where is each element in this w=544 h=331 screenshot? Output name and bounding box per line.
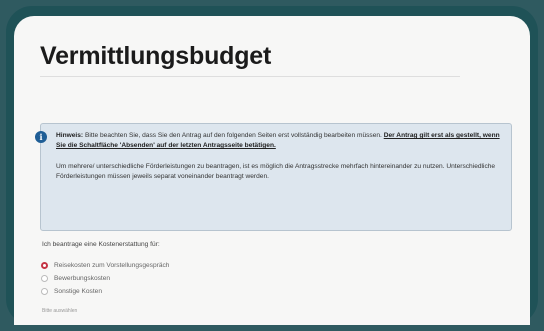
radio-reisekosten[interactable] [41,262,48,269]
option-sonstige-kosten[interactable]: Sonstige Kosten [41,288,102,295]
validation-hint: Bitte auswählen [42,308,78,314]
option-bewerbungskosten-label: Bewerbungskosten [54,275,111,282]
option-bewerbungskosten[interactable]: Bewerbungskosten [41,275,110,282]
radio-sonstige-kosten[interactable] [41,288,48,295]
notice-label: Hinweis: [56,132,84,139]
option-reisekosten[interactable]: Reisekosten zum Vorstellungsgespräch [41,262,169,269]
cost-question-label: Ich beantrage eine Kostenerstattung für: [42,241,160,248]
radio-bewerbungskosten[interactable] [41,275,48,282]
notice-text-1: Bitte beachten Sie, dass Sie den Antrag … [83,132,384,139]
notice-paragraph-2: Um mehrere/ unterschiedliche Förderleist… [56,163,496,180]
info-icon: i [35,131,47,143]
option-sonstige-kosten-label: Sonstige Kosten [54,288,103,295]
title-divider [40,76,460,77]
option-reisekosten-label: Reisekosten zum Vorstellungsgespräch [54,262,170,269]
notice-paragraph-1: Hinweis: Bitte beachten Sie, dass Sie de… [56,131,501,151]
page-title: Vermittlungsbudget [40,42,272,70]
notice-box: i Hinweis: Bitte beachten Sie, dass Sie … [35,123,512,231]
form-card: Vermittlungsbudget i Hinweis: Bitte beac… [14,16,530,325]
